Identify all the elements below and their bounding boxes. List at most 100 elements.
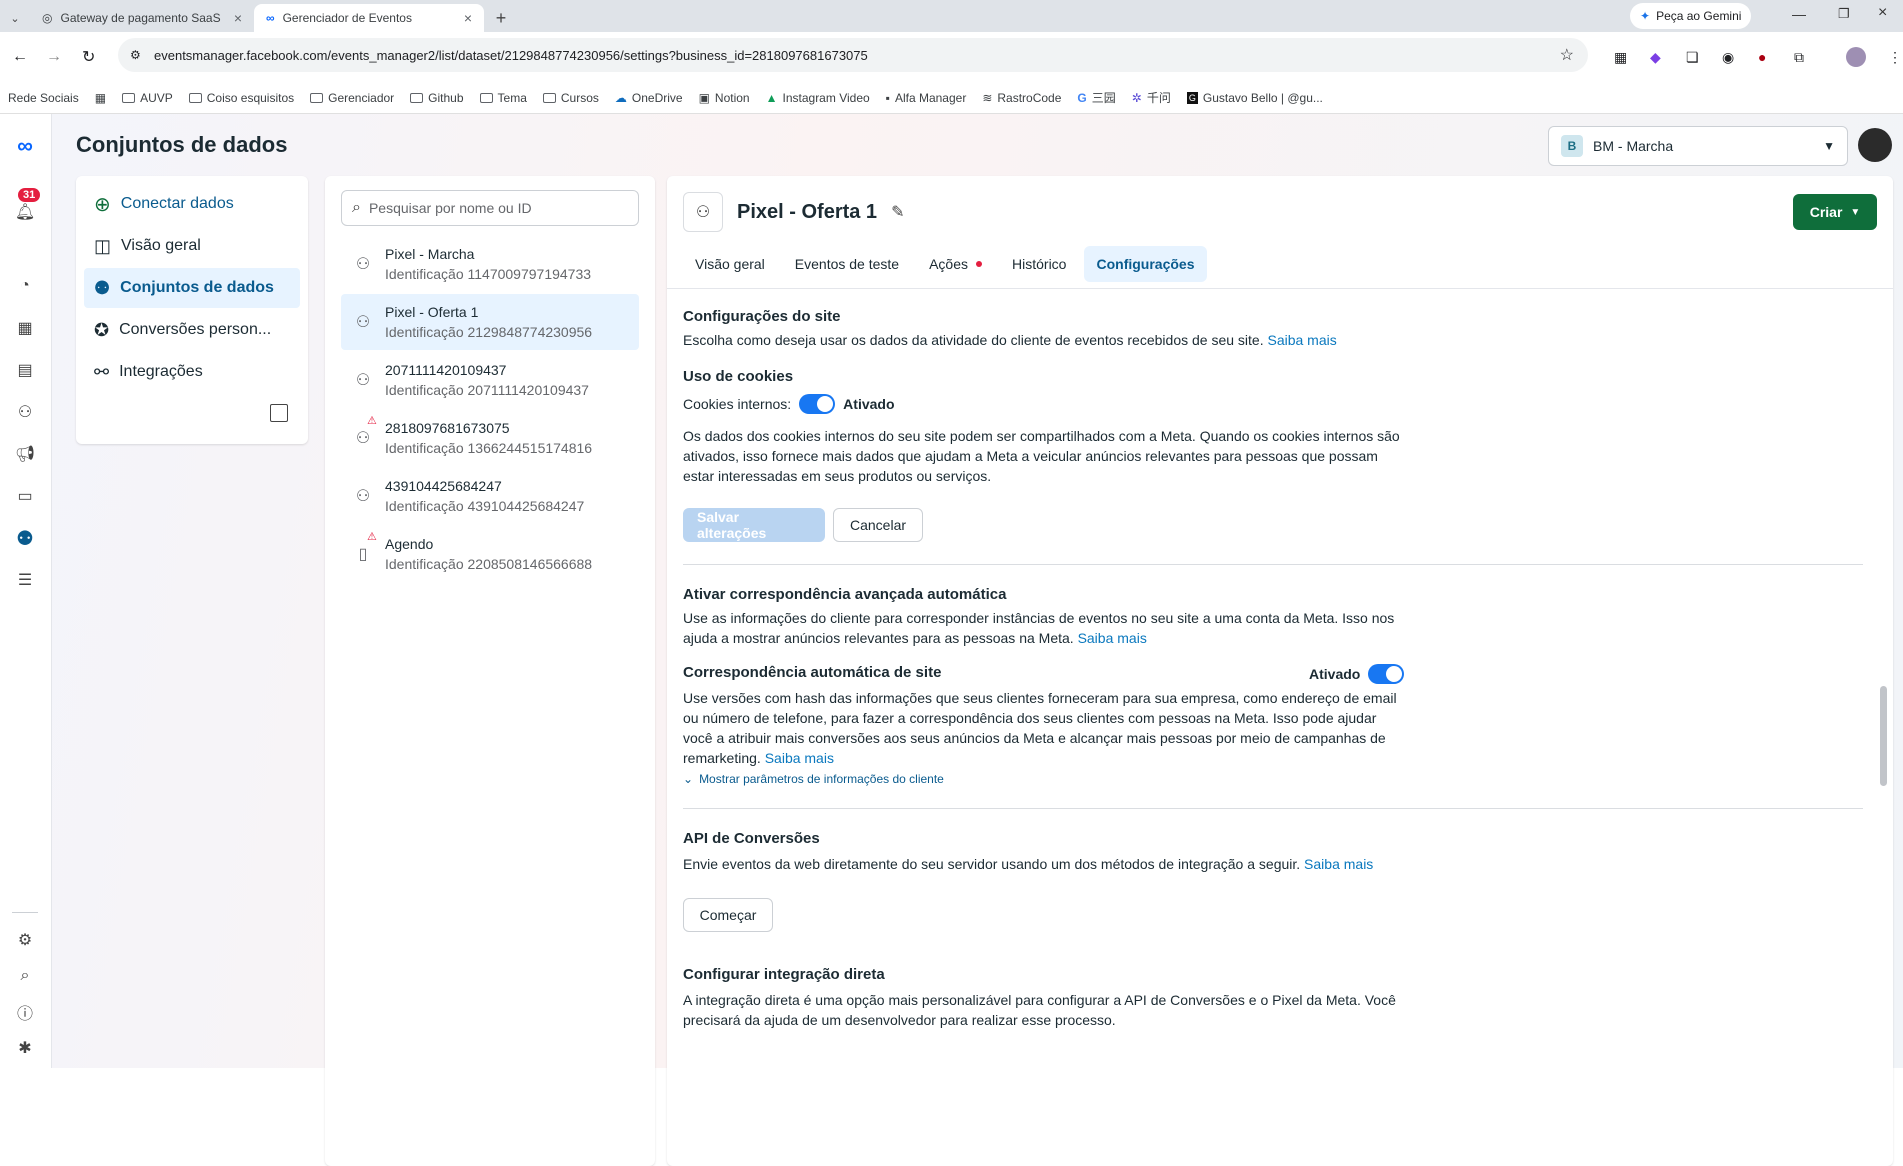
extension-icon[interactable]: ● (1758, 49, 1766, 65)
tab-settings[interactable]: Configurações (1084, 246, 1207, 282)
bookmark-item[interactable]: G Gustavo Bello | @gu... (1186, 91, 1323, 105)
browser-tab-gateway[interactable]: ◎ Gateway de pagamento SaaS × (30, 4, 254, 32)
learn-more-link[interactable]: Saiba mais (1304, 856, 1373, 872)
folder-icon (542, 92, 556, 103)
bookmark-folder[interactable]: Gerenciador (310, 91, 394, 105)
dataset-item[interactable]: ⚇ 439104425684247 Identificação 439104425… (341, 468, 639, 524)
dataset-item[interactable]: ⚇ 2071111420109437 Identificação 20711114… (341, 352, 639, 408)
table-grid-icon[interactable]: ▦ (13, 316, 37, 340)
bookmark-item[interactable]: ▲ Instagram Video (766, 91, 870, 105)
close-tab-icon[interactable]: × (234, 10, 242, 26)
browser-tab-events-manager[interactable]: ∞ Gerenciador de Eventos × (254, 4, 484, 32)
forward-icon[interactable]: → (46, 48, 62, 66)
close-tab-icon[interactable]: × (464, 10, 472, 26)
back-icon[interactable]: ← (12, 48, 28, 66)
tab-overview[interactable]: Visão geral (683, 246, 777, 282)
nav-connect-data[interactable]: ⊕ Conectar dados (84, 184, 300, 224)
profile-avatar[interactable] (1846, 47, 1866, 67)
star-circle-icon: ✪ (94, 319, 110, 340)
megaphone-icon[interactable]: 📢︎ (13, 442, 37, 466)
extension-icon[interactable]: ◉ (1722, 49, 1734, 66)
bookmark-folder[interactable]: AUVP (122, 91, 173, 105)
tab-search-icon[interactable]: ⌄ (0, 4, 30, 32)
bookmark-item[interactable]: ▪ Alfa Manager (886, 91, 967, 105)
bookmark-item[interactable]: ≋ RastroCode (982, 91, 1061, 105)
reports-icon[interactable]: ▤ (13, 358, 37, 382)
minimize-window-icon[interactable]: — (1792, 6, 1806, 22)
edit-pencil-icon[interactable]: ✎ (891, 202, 904, 222)
warning-icon: ⚠ (367, 415, 377, 427)
bookmark-folder[interactable]: Tema (479, 91, 527, 105)
menu-lines-icon[interactable]: ☰ (13, 568, 37, 592)
events-manager-icon[interactable]: ⚉ (13, 526, 37, 550)
collapse-panel-icon[interactable] (270, 404, 288, 422)
page-title: Conjuntos de dados (76, 132, 288, 157)
dataset-item[interactable]: ▯ ⚠ Agendo Identificação 2208508146566688 (341, 526, 639, 582)
apps-grid-icon[interactable]: ▦ (95, 91, 106, 105)
learn-more-link[interactable]: Saiba mais (1078, 630, 1147, 646)
bookmark-item[interactable]: G 三园 (1077, 89, 1115, 106)
gemini-button[interactable]: ✦ Peça ao Gemini (1630, 3, 1752, 29)
menu-kebab-icon[interactable]: ⋮ (1888, 49, 1902, 66)
help-icon[interactable]: ⓘ (13, 1000, 37, 1024)
create-button[interactable]: Criar ▼ (1793, 194, 1877, 230)
bookmark-folder[interactable]: Github (410, 91, 464, 105)
bookmark-folder[interactable]: Coiso esquisitos (188, 91, 294, 105)
business-selector[interactable]: B BM - Marcha ▼ (1548, 126, 1848, 166)
cookies-toggle[interactable] (799, 394, 836, 414)
show-params-toggle[interactable]: ⌄ Mostrar parâmetros de informações do c… (683, 772, 944, 786)
restore-window-icon[interactable]: ❐ (1838, 6, 1850, 22)
url-field[interactable]: ⚙ eventsmanager.facebook.com/events_mana… (118, 38, 1588, 72)
dataset-tabs: Visão geral Eventos de teste Ações Histó… (683, 246, 1207, 282)
nav-custom-conversions[interactable]: ✪ Conversões person... (84, 310, 300, 350)
tab-test-events[interactable]: Eventos de teste (783, 246, 911, 282)
nav-overview[interactable]: ◫ Visão geral (84, 226, 300, 266)
pixel-icon: ⚇ (355, 314, 371, 331)
bookmark-item[interactable]: ☁ OneDrive (615, 91, 683, 105)
scrollbar-thumb[interactable] (1880, 686, 1887, 786)
dataset-header: ⚇ Pixel - Oferta 1 ✎ (683, 192, 904, 232)
direct-integration-desc: A integração direta é uma opção mais per… (683, 992, 1396, 1028)
save-changes-button[interactable]: Salvar alterações (683, 508, 825, 542)
nav-datasets[interactable]: ⚉ Conjuntos de dados (84, 268, 300, 308)
bookmark-item[interactable]: ✲ 千问 (1132, 89, 1171, 106)
notifications-bell-icon[interactable]: 🔔︎ (13, 200, 37, 224)
bug-icon[interactable]: ✱ (13, 1036, 37, 1060)
extension-icon[interactable]: ◆ (1650, 49, 1661, 66)
search-icon[interactable]: ⌕ (13, 964, 37, 988)
integrations-icon: ⚯ (94, 361, 110, 382)
close-window-icon[interactable]: × (1878, 4, 1887, 22)
learn-more-link[interactable]: Saiba mais (765, 750, 834, 766)
get-started-button[interactable]: Começar (683, 898, 773, 932)
bookmark-star-icon[interactable]: ☆ (1560, 45, 1574, 65)
cancel-button[interactable]: Cancelar (833, 508, 923, 542)
learn-more-link[interactable]: Saiba mais (1267, 332, 1336, 348)
dataset-item[interactable]: ⚇ ⚠ 2818097681673075 Identificação 1366244… (341, 410, 639, 466)
nav-integrations[interactable]: ⚯ Integrações (84, 352, 300, 392)
new-tab-button[interactable]: + (484, 4, 518, 32)
site-info-icon[interactable]: ⚙ (130, 48, 141, 62)
bookmark-item[interactable]: ▣ Notion (699, 91, 750, 105)
billing-card-icon[interactable]: ▭ (13, 484, 37, 508)
folder-icon (410, 92, 424, 103)
address-bar-row: ← → ↻ ⚙ eventsmanager.facebook.com/event… (0, 32, 1903, 82)
meta-logo-icon[interactable]: ∞ (13, 133, 37, 158)
dashboard-gauge-icon[interactable]: ◔ (13, 274, 37, 298)
user-avatar[interactable] (1858, 128, 1892, 162)
audiences-icon[interactable]: ⚇ (13, 400, 37, 424)
extension-icon[interactable]: ❏ (1686, 49, 1699, 66)
tab-history[interactable]: Histórico (1000, 246, 1078, 282)
settings-gear-icon[interactable]: ⚙ (13, 928, 37, 952)
bookmark-item[interactable]: Rede Sociais (8, 91, 79, 105)
dataset-search-input[interactable]: ⌕ Pesquisar por nome ou ID (341, 190, 639, 226)
auto-match-toggle[interactable] (1368, 664, 1405, 684)
extensions-puzzle-icon[interactable]: ⧉ (1794, 49, 1804, 66)
dataset-item-selected[interactable]: ⚇ Pixel - Oferta 1 Identificação 21298487… (341, 294, 639, 350)
tab-actions[interactable]: Ações (917, 246, 994, 282)
pixel-icon: ⚇ ⚠ (355, 415, 377, 447)
extension-icon[interactable]: ▦ (1614, 49, 1627, 66)
dataset-item[interactable]: ⚇ Pixel - Marcha Identificação 1147009797… (341, 236, 639, 292)
cookies-toggle-row: Cookies internos: Ativado (683, 394, 895, 414)
bookmark-folder[interactable]: Cursos (542, 91, 599, 105)
reload-icon[interactable]: ↻ (82, 47, 95, 67)
